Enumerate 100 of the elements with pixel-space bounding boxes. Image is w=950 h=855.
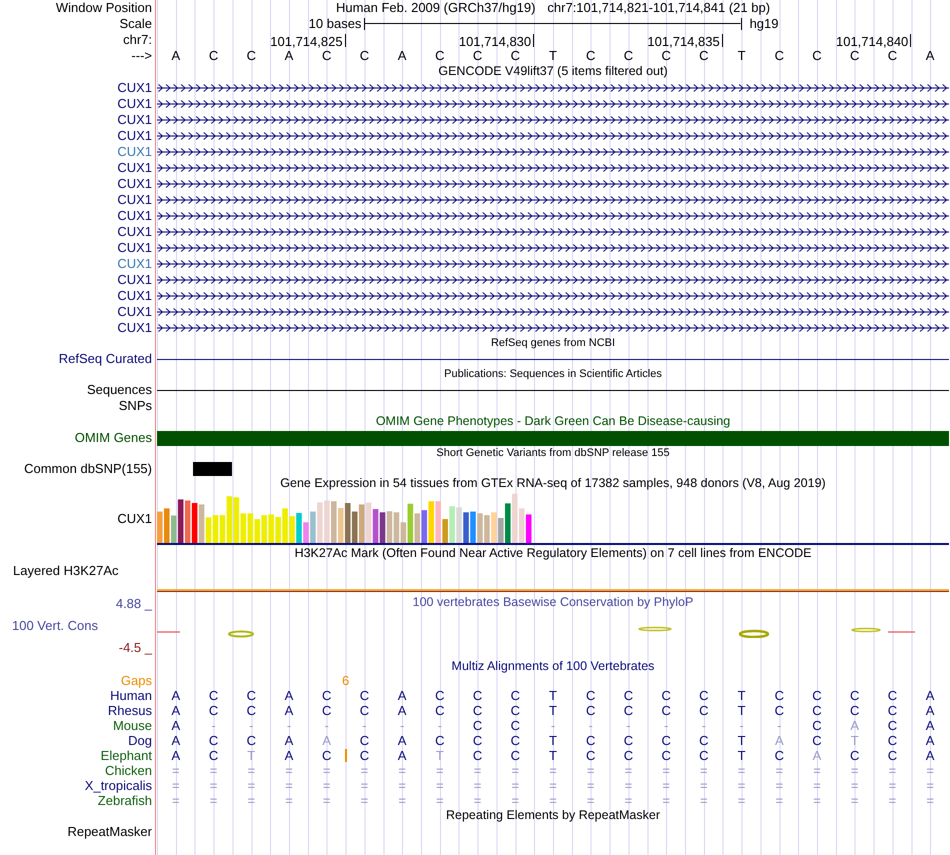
- alignment-base: C: [624, 748, 634, 762]
- alignment-base: =: [775, 778, 784, 792]
- base-letter: T: [549, 49, 557, 63]
- alignment-base: C: [888, 734, 898, 748]
- track-label[interactable]: CUX1: [117, 161, 152, 175]
- alignment-base: =: [888, 764, 896, 778]
- alignment-base: C: [624, 688, 634, 702]
- alignment-base: C: [246, 688, 256, 702]
- alignment-base: =: [474, 778, 482, 792]
- track-label[interactable]: CUX1: [117, 97, 152, 111]
- track-title: Publications: Sequences in Scientific Articles: [444, 368, 662, 380]
- alignment-base: =: [285, 794, 293, 808]
- track-label[interactable]: CUX1: [117, 257, 152, 271]
- alignment-base: C: [510, 704, 520, 718]
- track-label[interactable]: chr7:: [123, 33, 152, 47]
- track-label[interactable]: CUX1: [117, 129, 152, 143]
- alignment-base: C: [208, 704, 218, 718]
- track-title: RefSeq genes from NCBI: [490, 338, 616, 350]
- alignment-base: -: [550, 718, 556, 732]
- track-label[interactable]: OMIM Genes: [74, 431, 152, 445]
- alignment-base: C: [661, 688, 671, 702]
- track-label[interactable]: Layered H3K27Ac: [13, 564, 119, 578]
- scale-size: 10 bases: [308, 17, 362, 31]
- alignment-base: C: [586, 688, 596, 702]
- assembly-name: Human Feb. 2009 (GRCh37/hg19): [336, 1, 536, 15]
- track-label[interactable]: X_tropicalis: [84, 778, 152, 792]
- track-label[interactable]: Dog: [128, 734, 152, 748]
- alignment-base: =: [700, 764, 708, 778]
- alignment-base: A: [926, 704, 934, 718]
- track-label[interactable]: SNPs: [118, 398, 152, 412]
- base-letter: C: [472, 49, 482, 63]
- track-title: Multiz Alignments of 100 Vertebrates: [452, 660, 654, 674]
- alignment-base: =: [285, 764, 293, 778]
- base-letter: C: [246, 49, 256, 63]
- alignment-base: =: [775, 764, 784, 778]
- alignment-base: =: [398, 764, 406, 778]
- alignment-base: C: [699, 704, 709, 718]
- base-letter: C: [699, 49, 709, 63]
- track-label[interactable]: RepeatMasker: [67, 824, 152, 838]
- track-label[interactable]: CUX1: [117, 321, 152, 335]
- base-letter: A: [172, 49, 180, 63]
- track-label[interactable]: Sequences: [86, 383, 152, 397]
- alignment-base: T: [549, 704, 557, 718]
- track-label[interactable]: Elephant: [100, 748, 152, 762]
- alignment-base: C: [510, 718, 520, 732]
- track-label[interactable]: CUX1: [117, 209, 152, 223]
- alignment-base: =: [775, 794, 784, 808]
- alignment-base: -: [211, 718, 216, 732]
- alignment-base: C: [586, 734, 596, 748]
- track-label[interactable]: Scale: [119, 17, 152, 31]
- alignment-base: C: [812, 718, 822, 732]
- alignment-base: C: [246, 704, 256, 718]
- alignment-base: =: [172, 794, 180, 808]
- alignment-base: A: [172, 734, 180, 748]
- track-label[interactable]: Common dbSNP(155): [24, 462, 152, 476]
- alignment-base: C: [661, 704, 671, 718]
- alignment-base: =: [813, 764, 821, 778]
- track-label[interactable]: CUX1: [117, 289, 152, 303]
- alignment-base: =: [624, 794, 632, 808]
- track-label[interactable]: CUX1: [117, 305, 152, 319]
- track-label[interactable]: CUX1: [117, 225, 152, 239]
- track-label[interactable]: Human: [110, 688, 152, 702]
- track-label[interactable]: 100 Vert. Cons: [12, 619, 98, 633]
- alignment-base: A: [926, 718, 934, 732]
- track-label[interactable]: Rhesus: [108, 704, 152, 718]
- track-label[interactable]: CUX1: [117, 512, 152, 526]
- alignment-base: C: [888, 718, 898, 732]
- alignment-base: C: [812, 688, 822, 702]
- alignment-base: C: [322, 704, 332, 718]
- track-label[interactable]: CUX1: [117, 113, 152, 127]
- base-letter: C: [322, 49, 332, 63]
- track-label[interactable]: Window Position: [56, 1, 152, 15]
- alignment-base: =: [662, 794, 670, 808]
- alignment-base: =: [172, 778, 180, 792]
- track-label[interactable]: CUX1: [117, 241, 152, 255]
- track-label[interactable]: Zebrafish: [98, 794, 152, 808]
- alignment-base: =: [210, 794, 218, 808]
- track-label[interactable]: Mouse: [112, 718, 152, 732]
- alignment-base: A: [284, 734, 294, 748]
- alignment-base: =: [850, 764, 858, 778]
- alignment-base: C: [888, 688, 898, 702]
- track-label[interactable]: RefSeq Curated: [58, 352, 152, 366]
- track-label[interactable]: CUX1: [117, 81, 152, 95]
- alignment-base: T: [549, 748, 557, 762]
- alignment-base: =: [586, 794, 594, 808]
- variant-block[interactable]: [193, 462, 232, 476]
- base-letter: C: [812, 49, 822, 63]
- alignment-base: =: [738, 778, 746, 792]
- track-label[interactable]: CUX1: [117, 145, 152, 159]
- track-label[interactable]: CUX1: [117, 177, 152, 191]
- track-label[interactable]: Chicken: [105, 764, 152, 778]
- alignment-base: =: [813, 778, 821, 792]
- track-label[interactable]: CUX1: [117, 273, 152, 287]
- coordinate-tick: 101,714,835: [647, 34, 723, 46]
- alignment-base: =: [360, 778, 368, 792]
- alignment-base: =: [738, 764, 746, 778]
- track-label[interactable]: --->: [131, 49, 152, 63]
- track-label[interactable]: CUX1: [117, 193, 152, 207]
- alignment-base: =: [398, 794, 406, 808]
- base-letter: A: [398, 49, 406, 63]
